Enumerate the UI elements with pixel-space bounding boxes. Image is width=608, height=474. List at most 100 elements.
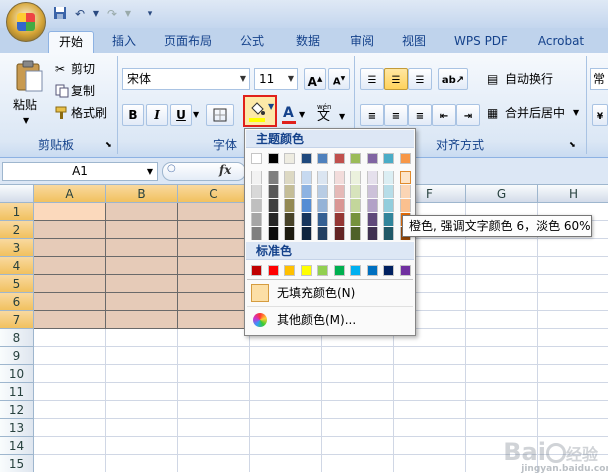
row-header-15[interactable]: 15 — [0, 455, 34, 472]
theme-shade-swatch[interactable] — [399, 171, 411, 184]
grow-font-button[interactable]: A▲ — [304, 68, 326, 90]
undo-icon[interactable]: ↶ — [72, 6, 88, 22]
cell-b2[interactable] — [106, 221, 178, 239]
theme-shade-swatch[interactable] — [317, 185, 328, 198]
cell-f12[interactable] — [394, 401, 466, 419]
save-icon[interactable] — [52, 6, 68, 22]
cell-d10[interactable] — [250, 365, 322, 383]
cell-b10[interactable] — [106, 365, 178, 383]
cell-e12[interactable] — [322, 401, 394, 419]
cell-c2[interactable] — [178, 221, 250, 239]
no-fill-option[interactable]: 无填充颜色(N) — [247, 282, 413, 304]
cell-h5[interactable] — [538, 275, 608, 293]
cell-d9[interactable] — [250, 347, 322, 365]
copy-button[interactable]: 复制 — [52, 80, 110, 102]
border-button[interactable] — [206, 104, 234, 126]
shrink-font-button[interactable]: A▼ — [328, 68, 350, 90]
underline-dropdown-icon[interactable]: ▼ — [192, 104, 202, 126]
cell-b5[interactable] — [106, 275, 178, 293]
cell-d13[interactable] — [250, 419, 322, 437]
cell-a15[interactable] — [34, 455, 106, 472]
align-right-button[interactable]: ≡ — [408, 104, 432, 126]
cell-c4[interactable] — [178, 257, 250, 275]
cell-g12[interactable] — [466, 401, 538, 419]
theme-color-swatch[interactable] — [284, 153, 295, 164]
theme-shade-swatch[interactable] — [284, 171, 295, 184]
cell-a7[interactable] — [34, 311, 106, 329]
tab-wps-pdf[interactable]: WPS PDF — [444, 31, 518, 53]
expand-icon[interactable]: ○ — [167, 163, 176, 174]
cell-g9[interactable] — [466, 347, 538, 365]
standard-color-swatch[interactable] — [300, 265, 312, 276]
cell-b15[interactable] — [106, 455, 178, 472]
row-header-6[interactable]: 6 — [0, 293, 34, 311]
theme-color-swatch[interactable] — [383, 153, 394, 164]
theme-shade-swatch[interactable] — [366, 213, 378, 226]
cell-d15[interactable] — [250, 455, 322, 472]
cell-c13[interactable] — [178, 419, 250, 437]
cell-c6[interactable] — [178, 293, 250, 311]
tab-insert[interactable]: 插入 — [104, 31, 144, 53]
theme-shade-swatch[interactable] — [300, 213, 312, 226]
row-header-8[interactable]: 8 — [0, 329, 34, 347]
cell-c11[interactable] — [178, 383, 250, 401]
cell-a2[interactable] — [34, 221, 106, 239]
theme-shade-swatch[interactable] — [300, 185, 312, 198]
cell-a11[interactable] — [34, 383, 106, 401]
theme-shade-swatch[interactable] — [366, 171, 378, 184]
standard-color-swatch[interactable] — [251, 265, 262, 276]
theme-color-swatch[interactable] — [399, 153, 411, 164]
bold-button[interactable]: B — [122, 104, 144, 126]
cell-c3[interactable] — [178, 239, 250, 257]
cell-h8[interactable] — [538, 329, 608, 347]
cell-a1[interactable] — [34, 203, 106, 221]
align-middle-button[interactable]: ☰ — [384, 68, 408, 90]
cell-g4[interactable] — [466, 257, 538, 275]
insert-function-icon[interactable]: fx — [219, 163, 231, 177]
cell-h9[interactable] — [538, 347, 608, 365]
cell-f13[interactable] — [394, 419, 466, 437]
theme-color-swatch[interactable] — [317, 153, 328, 164]
percent-style-button[interactable]: ¥ — [592, 104, 608, 126]
tab-data[interactable]: 数据 — [286, 31, 330, 53]
theme-shade-swatch[interactable] — [251, 227, 262, 240]
cell-a8[interactable] — [34, 329, 106, 347]
theme-shade-swatch[interactable] — [267, 199, 279, 212]
standard-color-swatch[interactable] — [284, 265, 295, 276]
row-header-10[interactable]: 10 — [0, 365, 34, 383]
font-color-button[interactable]: A ▼ — [278, 104, 308, 126]
theme-shade-swatch[interactable] — [300, 171, 312, 184]
row-header-14[interactable]: 14 — [0, 437, 34, 455]
cell-b7[interactable] — [106, 311, 178, 329]
font-size-combo[interactable]: 11 ▼ — [254, 68, 298, 90]
cell-c1[interactable] — [178, 203, 250, 221]
row-header-3[interactable]: 3 — [0, 239, 34, 257]
cell-e11[interactable] — [322, 383, 394, 401]
theme-shade-swatch[interactable] — [284, 185, 295, 198]
cell-h12[interactable] — [538, 401, 608, 419]
theme-shade-swatch[interactable] — [350, 213, 361, 226]
redo-dropdown-icon[interactable]: ▼ — [120, 6, 136, 22]
column-header-b[interactable]: B — [106, 185, 178, 203]
tab-acrobat[interactable]: Acrobat — [526, 31, 596, 53]
cell-b3[interactable] — [106, 239, 178, 257]
cell-f14[interactable] — [394, 437, 466, 455]
theme-shade-swatch[interactable] — [383, 185, 394, 198]
name-box[interactable]: A1 ▼ — [2, 162, 158, 181]
column-header-g[interactable]: G — [466, 185, 538, 203]
cell-b9[interactable] — [106, 347, 178, 365]
office-button[interactable] — [6, 2, 46, 42]
row-header-9[interactable]: 9 — [0, 347, 34, 365]
cell-b11[interactable] — [106, 383, 178, 401]
cell-b1[interactable] — [106, 203, 178, 221]
row-header-1[interactable]: 1 — [0, 203, 34, 221]
cell-f11[interactable] — [394, 383, 466, 401]
cell-a9[interactable] — [34, 347, 106, 365]
cell-g7[interactable] — [466, 311, 538, 329]
standard-color-swatch[interactable] — [333, 265, 345, 276]
cell-c10[interactable] — [178, 365, 250, 383]
theme-shade-swatch[interactable] — [383, 171, 394, 184]
clipboard-launcher-icon[interactable]: ⬊ — [104, 138, 116, 152]
cell-g10[interactable] — [466, 365, 538, 383]
cell-b6[interactable] — [106, 293, 178, 311]
